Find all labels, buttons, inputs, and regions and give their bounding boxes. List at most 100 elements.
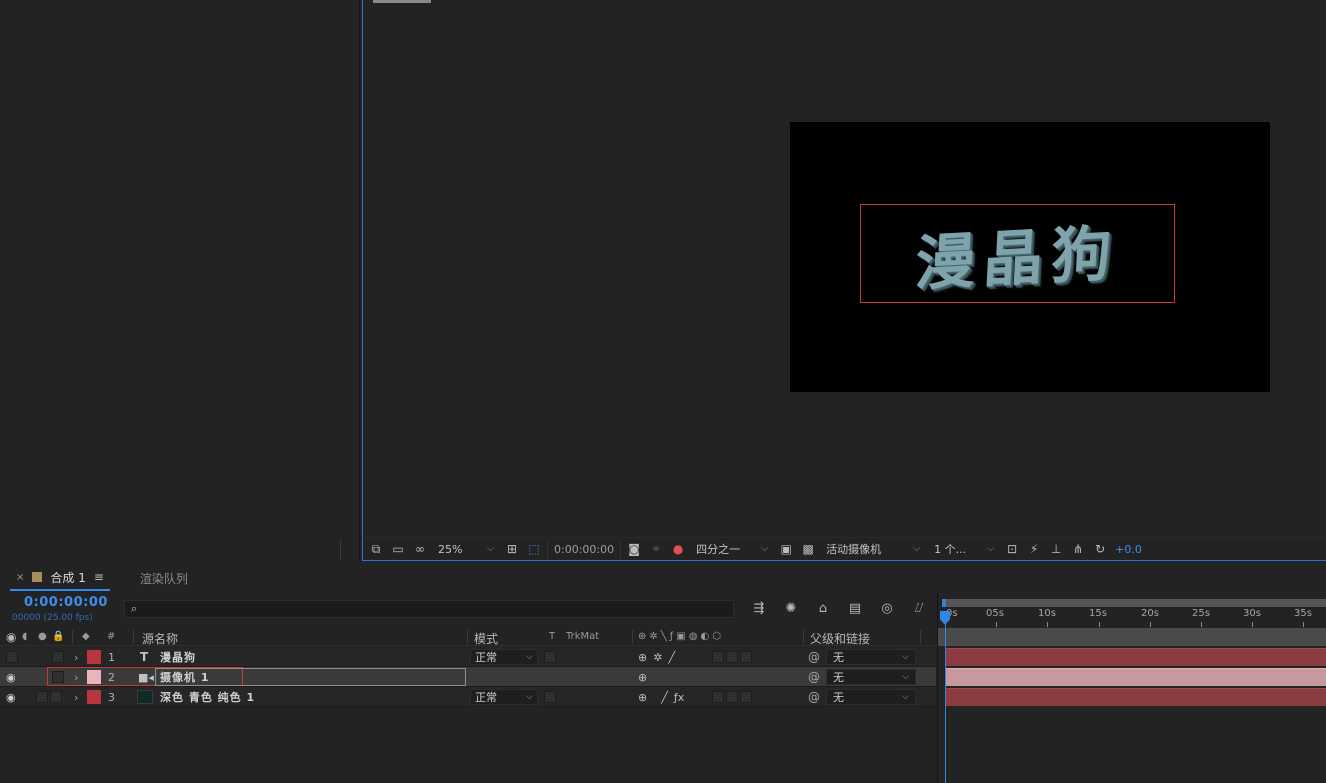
motion-blur-icon[interactable]: ◎ bbox=[876, 599, 898, 617]
tab-render-queue[interactable]: 渲染队列 bbox=[134, 565, 194, 591]
region-of-interest-icon[interactable]: ▣ bbox=[777, 541, 795, 557]
preserve-transparency-toggle[interactable] bbox=[544, 691, 556, 703]
lock-toggle[interactable] bbox=[52, 651, 64, 663]
pickwhip-icon[interactable]: @ bbox=[808, 650, 820, 664]
eye-icon[interactable]: ◉ bbox=[6, 691, 16, 704]
frame-blending-icon[interactable]: ▤ bbox=[844, 599, 866, 617]
draft-3d-icon[interactable]: ✺ bbox=[780, 599, 802, 617]
tab-comp-1[interactable]: × 合成 1 ≡ bbox=[10, 565, 110, 591]
adjustment-switch[interactable] bbox=[726, 691, 738, 703]
pickwhip-icon[interactable]: @ bbox=[808, 690, 820, 704]
blend-mode-select[interactable]: 正常 ⌵ bbox=[470, 649, 538, 665]
layer-bar-2[interactable] bbox=[946, 668, 1326, 686]
audio-column-icon[interactable]: ◖ bbox=[22, 631, 27, 642]
exposure-value[interactable]: +0.0 bbox=[1115, 543, 1142, 556]
lock-column-icon[interactable]: 🔒 bbox=[52, 631, 64, 642]
grid-guides-icon[interactable]: ⊞ bbox=[503, 541, 521, 557]
parent-column[interactable]: 父级和链接 bbox=[810, 630, 870, 647]
quality-switch-icon[interactable]: ╱ bbox=[661, 691, 668, 704]
zoom-select[interactable]: 25% ⌵ bbox=[433, 540, 499, 558]
channel-rgb-icon[interactable]: ● bbox=[669, 541, 687, 557]
eye-icon[interactable]: ◉ bbox=[6, 671, 16, 684]
t-column[interactable]: T bbox=[549, 631, 555, 642]
fast-preview-icon[interactable]: ⚡ bbox=[1025, 541, 1043, 557]
twirl-arrow-icon[interactable]: › bbox=[74, 671, 78, 684]
shy-switch-icon[interactable]: ⊕ bbox=[638, 651, 647, 664]
flowchart-icon[interactable]: ⋔ bbox=[1069, 541, 1087, 557]
viewer-timecode[interactable]: 0:00:00:00 bbox=[547, 540, 622, 558]
toggle-pixel-aspect-icon[interactable]: ⊡ bbox=[1003, 541, 1021, 557]
video-toggle[interactable] bbox=[6, 651, 18, 663]
monitor-icon[interactable]: ▭ bbox=[389, 541, 407, 557]
timeline-icon[interactable]: ⊥ bbox=[1047, 541, 1065, 557]
layer-row-2[interactable]: ◉ › 2 ■◂ 摄像机 1 ⊕ @ 无 ⌵ bbox=[0, 667, 936, 687]
solo-toggle[interactable] bbox=[36, 691, 48, 703]
layer-bar-1[interactable] bbox=[946, 648, 1326, 666]
mode-column[interactable]: 模式 bbox=[474, 630, 498, 647]
layer-name[interactable]: 深色 青色 纯色 1 bbox=[160, 689, 255, 705]
twirl-arrow-icon[interactable]: › bbox=[74, 651, 78, 664]
camera-select[interactable]: 活动摄像机 ⌵ bbox=[821, 540, 925, 558]
snapshot-icon[interactable]: ◙ bbox=[625, 541, 643, 557]
current-time-display[interactable]: 0:00:00:00 bbox=[24, 595, 108, 610]
motion-blur-switch[interactable] bbox=[712, 651, 724, 663]
panel-menu-icon[interactable]: ≡ bbox=[94, 570, 104, 584]
chevron-down-icon: ⌵ bbox=[902, 652, 909, 662]
after-effects-window: 漫晶狗 ⧉ ▭ ∞ 25% ⌵ ⊞ ⬚ 0:00:00:00 ◙ ⚭ ● 四分之… bbox=[0, 0, 1326, 783]
twirl-arrow-icon[interactable]: › bbox=[74, 691, 78, 704]
layer-label-color[interactable] bbox=[87, 650, 101, 664]
quality-switch-icon[interactable]: ╱ bbox=[668, 651, 675, 664]
effects-switch-icon[interactable]: ƒx bbox=[674, 691, 684, 704]
parent-select[interactable]: 无 ⌵ bbox=[826, 649, 916, 665]
layer-label-color[interactable] bbox=[87, 670, 101, 684]
show-snapshot-icon[interactable]: ⚭ bbox=[647, 541, 665, 557]
work-area-bar[interactable] bbox=[942, 599, 1326, 607]
timeline-graph[interactable]: 0s 05s 10s 15s 20s 25s 30s 35s bbox=[937, 593, 1326, 783]
chevron-down-icon: ⌵ bbox=[913, 544, 921, 554]
layer-row-1[interactable]: › 1 T 漫晶狗 正常 ⌵ ⊕ ✲ ╱ @ 无 ⌵ bbox=[0, 647, 936, 667]
always-preview-icon[interactable]: ⧉ bbox=[367, 541, 385, 557]
time-ruler[interactable]: 0s 05s 10s 15s 20s 25s 30s 35s bbox=[938, 607, 1326, 627]
switches-column-icons[interactable]: ⊕✲╲ƒ▣◍◐⬡ bbox=[638, 631, 724, 642]
ruler-label: 25s bbox=[1192, 608, 1210, 619]
close-icon[interactable]: × bbox=[16, 572, 24, 583]
layer-name[interactable]: 摄像机 1 bbox=[160, 669, 209, 685]
composition-canvas[interactable]: 漫晶狗 bbox=[790, 122, 1270, 392]
resolution-select[interactable]: 四分之一 ⌵ bbox=[691, 540, 773, 558]
transparency-grid-icon[interactable]: ▩ bbox=[799, 541, 817, 557]
motion-blur-switch[interactable] bbox=[712, 691, 724, 703]
text-layer-bounding-box[interactable]: 漫晶狗 bbox=[860, 204, 1175, 303]
mask-toggle-icon[interactable]: ∞ bbox=[411, 541, 429, 557]
shy-switch-icon[interactable]: ⊕ bbox=[638, 671, 647, 684]
shy-layers-icon[interactable]: ⌂ bbox=[812, 599, 834, 617]
layer-row-3[interactable]: ◉ › 3 深色 青色 纯色 1 正常 ⌵ ⊕ ╱ ƒx @ 无 ⌵ bbox=[0, 687, 936, 707]
playhead-line[interactable] bbox=[945, 613, 946, 783]
collapse-switch-icon[interactable]: ✲ bbox=[653, 651, 662, 664]
solo-column-icon[interactable]: ● bbox=[38, 631, 47, 642]
views-select[interactable]: 1 个... ⌵ bbox=[929, 540, 999, 558]
parent-select[interactable]: 无 ⌵ bbox=[826, 689, 916, 705]
shy-switch-icon[interactable]: ⊕ bbox=[638, 691, 647, 704]
pickwhip-icon[interactable]: @ bbox=[808, 670, 820, 684]
trkmat-column[interactable]: TrkMat bbox=[566, 631, 599, 642]
composition-viewer[interactable]: 漫晶狗 bbox=[362, 0, 1326, 561]
eye-column-icon[interactable]: ◉ bbox=[6, 630, 16, 644]
adjustment-switch[interactable] bbox=[726, 651, 738, 663]
graph-editor-icon[interactable]: ⌰ bbox=[908, 599, 930, 617]
comp-flowchart-icon[interactable]: ⇶ bbox=[748, 599, 770, 617]
reset-exposure-icon[interactable]: ↻ bbox=[1091, 541, 1109, 557]
layer-bar-3[interactable] bbox=[946, 688, 1326, 706]
number-column[interactable]: # bbox=[107, 631, 115, 642]
preserve-transparency-toggle[interactable] bbox=[544, 651, 556, 663]
layer-name[interactable]: 漫晶狗 bbox=[160, 649, 196, 665]
blend-mode-select[interactable]: 正常 ⌵ bbox=[470, 689, 538, 705]
label-column-icon[interactable]: ◆ bbox=[82, 631, 90, 642]
mask-path-icon[interactable]: ⬚ bbox=[525, 541, 543, 557]
parent-select[interactable]: 无 ⌵ bbox=[826, 669, 916, 685]
layer-label-color[interactable] bbox=[87, 690, 101, 704]
layer-search-input[interactable]: ⌕ bbox=[124, 600, 734, 618]
source-name-column[interactable]: 源名称 bbox=[142, 630, 178, 647]
3d-layer-switch[interactable] bbox=[740, 651, 752, 663]
lock-toggle[interactable] bbox=[50, 691, 62, 703]
3d-layer-switch[interactable] bbox=[740, 691, 752, 703]
